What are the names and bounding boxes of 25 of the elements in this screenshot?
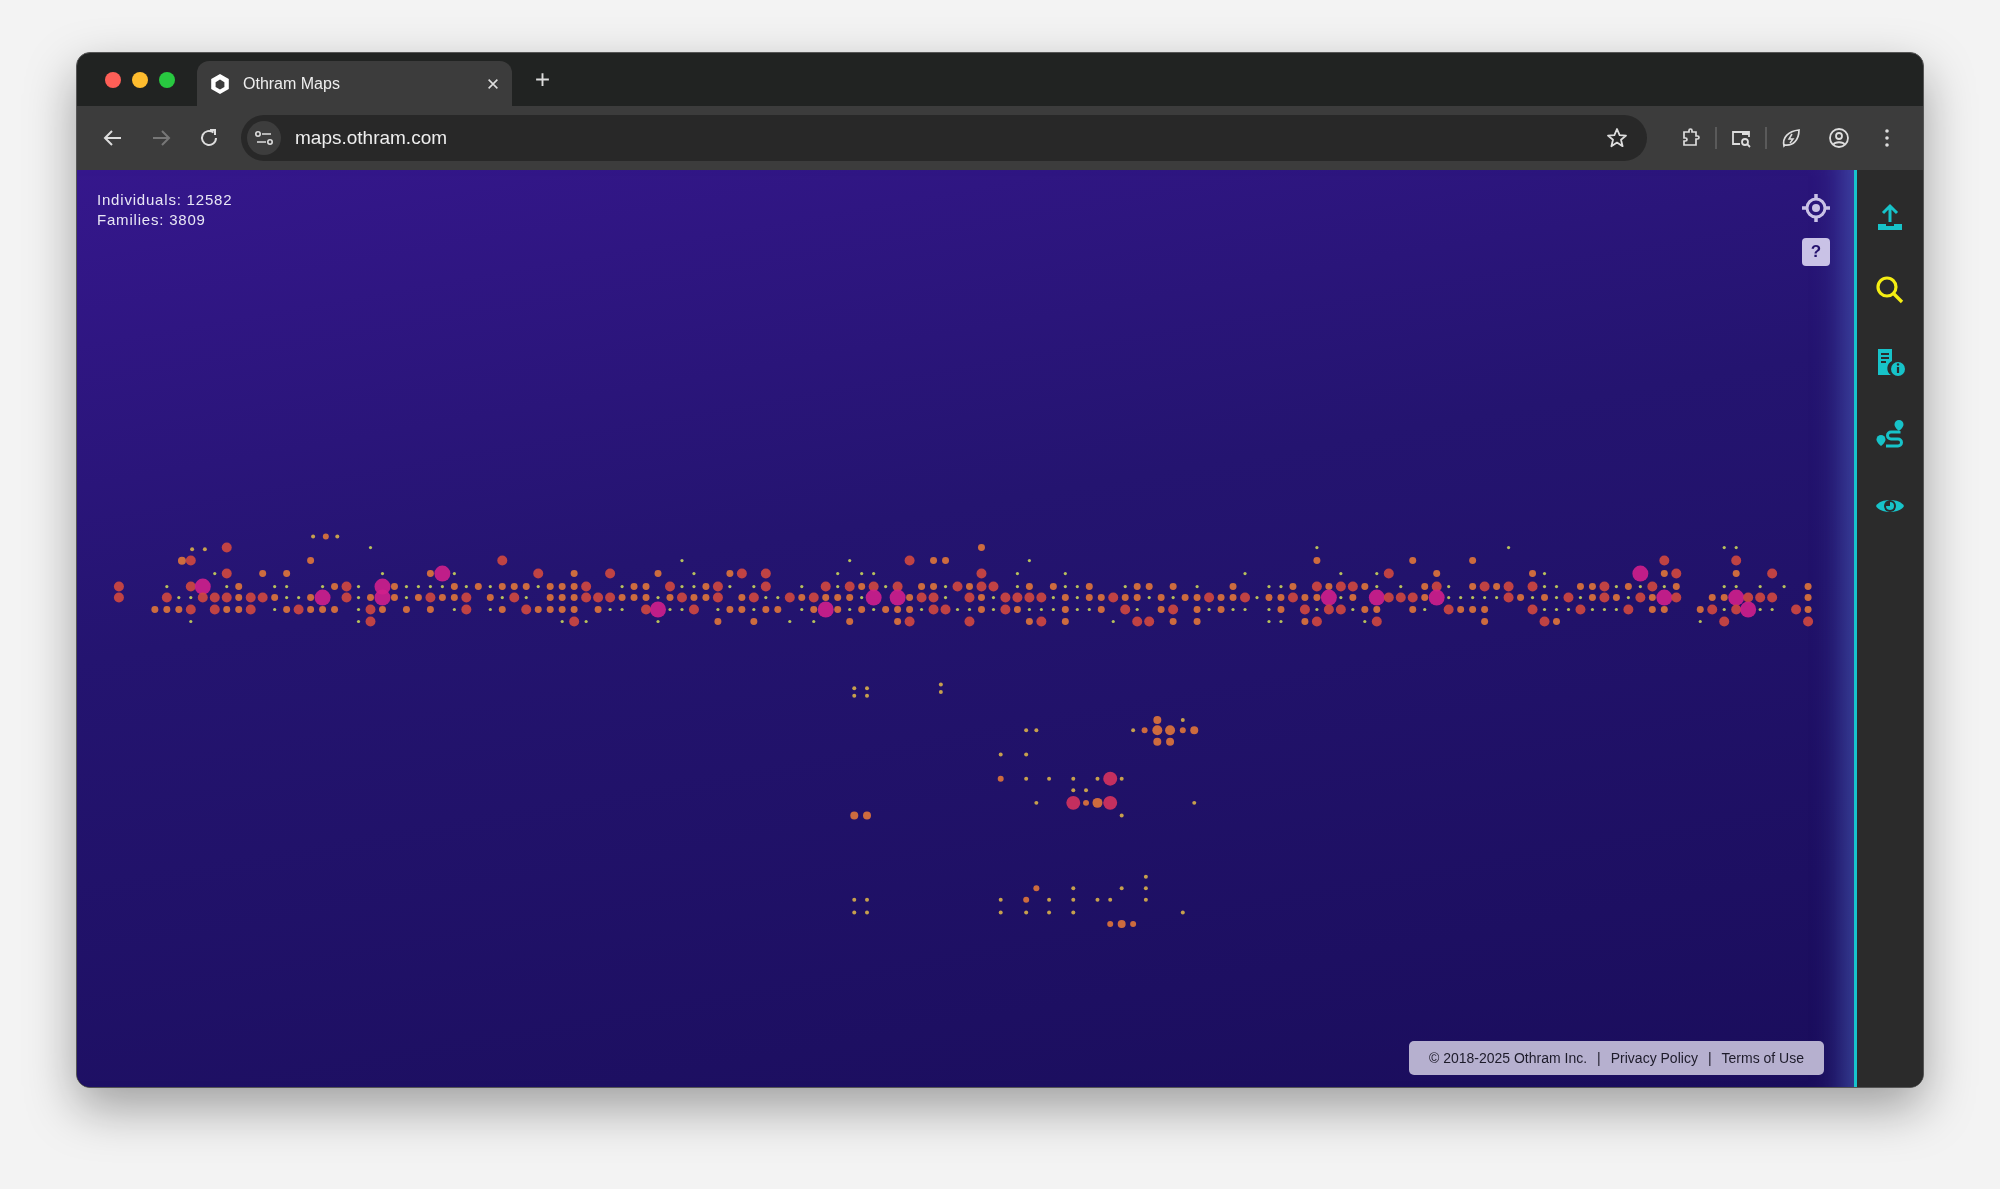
tab-title: Othram Maps <box>243 74 341 93</box>
stat-text: Families: 3809 <box>97 210 207 230</box>
separator-text: | <box>1707 1050 1712 1066</box>
plus-icon[interactable] <box>534 71 551 88</box>
search-icon <box>1874 274 1906 306</box>
footer-link[interactable]: Privacy Policy <box>1610 1050 1698 1066</box>
map-background[interactable]: Individuals: 12582 Families: 3809 ? © 2018-2025 Othram Inc. | Privacy Policy | Terms of Use <box>77 170 1854 1087</box>
star-icon[interactable] <box>1605 126 1629 150</box>
maximize-window-icon[interactable] <box>159 71 175 88</box>
site-settings-icon[interactable] <box>247 121 281 155</box>
url-text: maps.othram.com <box>295 127 449 149</box>
crosshair-icon[interactable] <box>1800 192 1832 224</box>
browser-tab[interactable]: Othram Maps <box>197 61 512 106</box>
stat-text: Individuals: 12582 <box>97 190 233 210</box>
separator-text: | <box>1597 1050 1601 1066</box>
close-window-icon[interactable] <box>105 71 121 88</box>
address-bar[interactable]: maps.othram.com <box>241 115 1647 161</box>
footer-link[interactable]: Terms of Use <box>1721 1050 1804 1066</box>
help-button[interactable]: ? <box>1802 238 1830 266</box>
profile-icon[interactable] <box>1827 126 1851 150</box>
minimize-window-icon[interactable] <box>132 71 148 88</box>
copyright-text: © 2018-2025 Othram Inc. <box>1428 1050 1588 1066</box>
hexagon-logo-icon <box>209 72 231 95</box>
route-icon <box>1874 418 1906 450</box>
close-icon[interactable] <box>486 76 500 91</box>
